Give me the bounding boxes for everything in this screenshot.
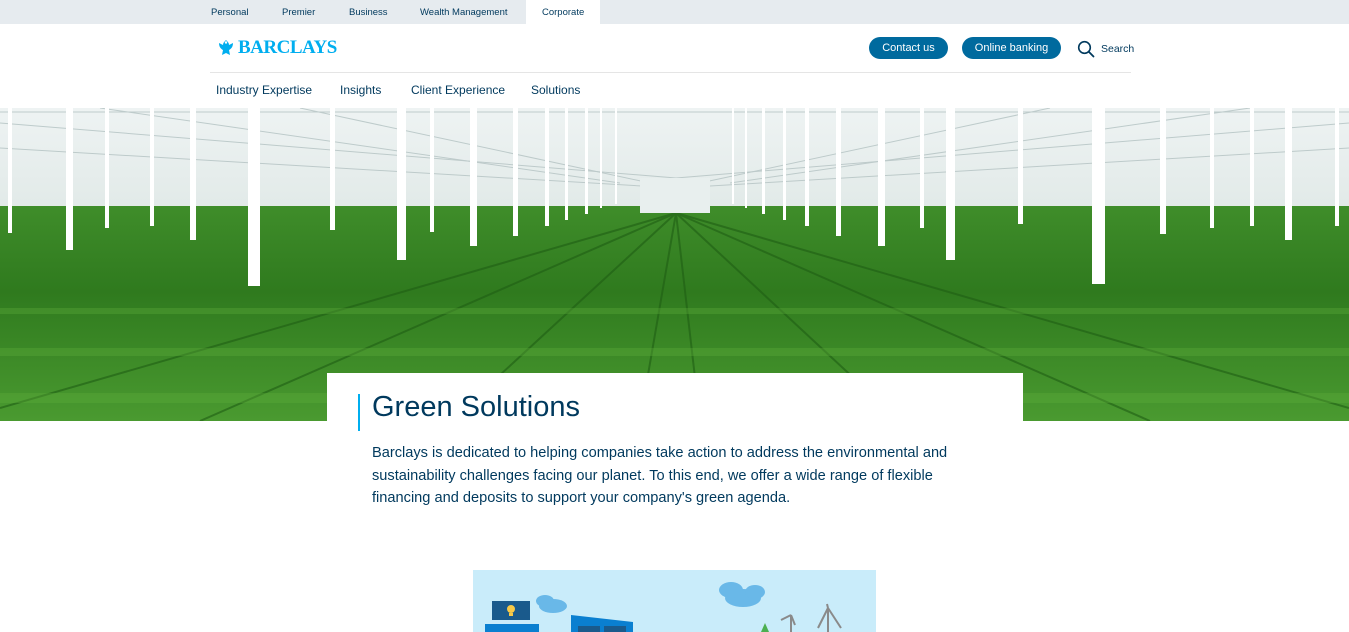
segment-nav-business[interactable]: Business xyxy=(349,0,388,24)
search-icon xyxy=(1077,40,1095,58)
contact-us-button[interactable]: Contact us xyxy=(869,37,948,59)
title-accent-bar xyxy=(358,394,360,431)
eagle-icon xyxy=(219,40,233,55)
intro-paragraph: Barclays is dedicated to helping compani… xyxy=(372,445,948,506)
search-label: Search xyxy=(1101,43,1135,55)
nav-industry-expertise[interactable]: Industry Expertise xyxy=(216,83,312,97)
nav-insights[interactable]: Insights xyxy=(340,83,381,97)
page-title: Green Solutions xyxy=(372,391,580,423)
segment-nav-corporate[interactable]: Corporate xyxy=(526,0,601,24)
logo-wordmark: BARCLAYS xyxy=(238,37,337,58)
search-button[interactable]: Search xyxy=(1077,38,1134,60)
nav-solutions[interactable]: Solutions xyxy=(531,83,580,97)
barclays-logo[interactable]: BARCLAYS xyxy=(216,36,337,60)
illustration-graphic xyxy=(485,582,842,632)
segment-nav-wealth-management[interactable]: Wealth Management xyxy=(420,0,508,24)
nav-client-experience[interactable]: Client Experience xyxy=(411,83,505,97)
segment-nav-personal[interactable]: Personal xyxy=(211,0,249,24)
segment-nav-premier[interactable]: Premier xyxy=(282,0,315,24)
segment-nav: Personal Premier Business Wealth Managem… xyxy=(0,0,1349,24)
online-banking-button[interactable]: Online banking xyxy=(962,37,1061,59)
header-divider xyxy=(210,72,1131,73)
green-energy-illustration xyxy=(473,570,876,632)
